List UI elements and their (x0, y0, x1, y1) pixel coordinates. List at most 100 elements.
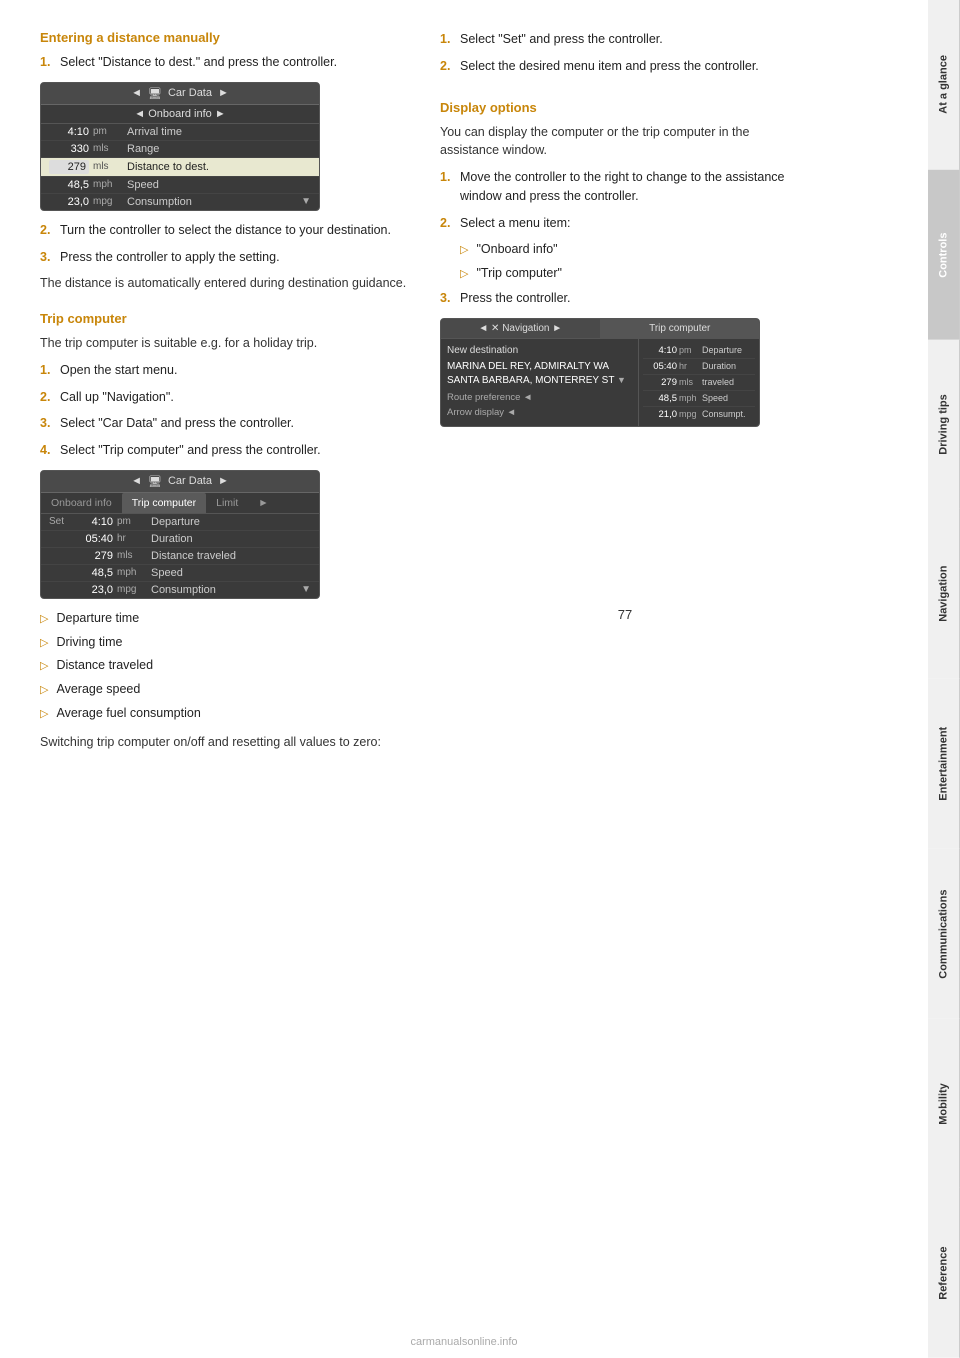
nav-header-left: ◄ ✕ Navigation ► (441, 319, 601, 338)
nav-header-right: Trip computer (601, 319, 760, 338)
bullet-text-3: Distance traveled (56, 656, 153, 675)
display-bullet-2: ▷ "Trip computer" (460, 264, 810, 283)
bullet-text-1: Departure time (56, 609, 139, 628)
nav-screen-header: ◄ ✕ Navigation ► Trip computer (441, 319, 759, 339)
right-step-2-num: 2. (440, 57, 454, 76)
bullet-driving: ▷ Driving time (40, 633, 410, 652)
screen-1-row-3: 48,5 mph Speed (41, 177, 319, 194)
page-number: 77 (440, 607, 810, 642)
nav-unit-3: mph (679, 393, 699, 403)
right-step-1-num: 1. (440, 30, 454, 49)
screen-2-val-3: 48,5 (73, 567, 113, 579)
nav-arrow-display: Arrow display ◄ (447, 407, 632, 418)
screen-2-label-0: Departure (151, 516, 311, 528)
car-data-screen-2: ◄ 🖥 Car Data ► Onboard info Trip compute… (40, 470, 320, 599)
sidebar-tab-at-a-glance[interactable]: At a glance (928, 0, 960, 170)
display-bullet-arrow-1: ▷ (460, 242, 468, 259)
screen-1-title: Car Data (168, 87, 212, 99)
nav-val-4: 21,0 (645, 409, 677, 420)
bullet-arrow-2: ▷ (40, 635, 48, 652)
trip-step-4-num: 4. (40, 441, 54, 460)
sidebar-tab-mobility[interactable]: Mobility (928, 1019, 960, 1189)
sidebar-tab-communications[interactable]: Communications (928, 849, 960, 1019)
screen-1-label-4: Consumption (127, 196, 301, 208)
step-2-text: Turn the controller to select the distan… (60, 221, 410, 240)
display-step-1-num: 1. (440, 168, 454, 206)
right-step-1: 1. Select "Set" and press the controller… (440, 30, 810, 49)
screen-2-header: ◄ 🖥 Car Data ► (41, 471, 319, 493)
trip-step-2-text: Call up "Navigation". (60, 388, 410, 407)
screen-2-set-0: Set (49, 516, 73, 527)
sidebar-tab-reference[interactable]: Reference (928, 1188, 960, 1358)
display-step-1: 1. Move the controller to the right to c… (440, 168, 810, 206)
nav-route: Route preference ◄ (447, 392, 632, 403)
nav-val-3: 48,5 (645, 393, 677, 404)
screen-2-tab-onboard[interactable]: Onboard info (41, 493, 122, 513)
watermark: carmanualsonline.info (0, 1336, 928, 1348)
screen-2-row-2: 279 mls Distance traveled (41, 548, 319, 565)
screen-1-label-2: Distance to dest. (127, 161, 311, 173)
right-step-2: 2. Select the desired menu item and pres… (440, 57, 810, 76)
screen-1-label-0: Arrival time (127, 126, 311, 138)
nav-row-2: 279 mls traveled (643, 375, 755, 391)
nav-unit-4: mpg (679, 409, 699, 419)
nav-lbl-3: Speed (702, 393, 728, 403)
screen-1-val-0: 4:10 (49, 126, 89, 138)
nav-screen-right: 4:10 pm Departure 05:40 hr Duration 279 … (639, 339, 759, 426)
display-intro: You can display the computer or the trip… (440, 123, 810, 161)
sidebar-tab-entertainment[interactable]: Entertainment (928, 679, 960, 849)
display-bullets: ▷ "Onboard info" ▷ "Trip computer" (460, 240, 810, 283)
screen-2-tabs: Onboard info Trip computer Limit ► (41, 493, 319, 514)
bullet-speed: ▷ Average speed (40, 680, 410, 699)
nav-row-3: 48,5 mph Speed (643, 391, 755, 407)
screen-2-tab-limit[interactable]: Limit (206, 493, 248, 513)
step-3: 3. Press the controller to apply the set… (40, 248, 410, 267)
right-column: 1. Select "Set" and press the controller… (440, 30, 810, 751)
display-bullet-text-1: "Onboard info" (476, 240, 557, 259)
display-step-2-text: Select a menu item: (460, 214, 810, 233)
screen-1-val-2: 279 (49, 160, 89, 174)
screen-2-val-1: 05:40 (73, 533, 113, 545)
bullet-arrow-5: ▷ (40, 706, 48, 723)
screen-2-right-arrow: ► (218, 475, 229, 487)
right-step-1-text: Select "Set" and press the controller. (460, 30, 810, 49)
step-2-num: 2. (40, 221, 54, 240)
nav-dest-title: New destination (447, 345, 632, 356)
sidebar-tabs: At a glance Controls Driving tips Naviga… (928, 0, 960, 1358)
screen-2-unit-4: mpg (117, 584, 145, 595)
display-step-3-num: 3. (440, 289, 454, 308)
screen-1-row-0: 4:10 pm Arrival time (41, 124, 319, 141)
screen-2-tab-trip[interactable]: Trip computer (122, 493, 206, 513)
screen-1-val-1: 330 (49, 143, 89, 155)
screen-1-unit-3: mph (93, 179, 121, 190)
trip-step-2-num: 2. (40, 388, 54, 407)
trip-step-1: 1. Open the start menu. (40, 361, 410, 380)
trip-step-4-text: Select "Trip computer" and press the con… (60, 441, 410, 460)
screen-1-row-1: 330 mls Range (41, 141, 319, 158)
screen-2-val-4: 23,0 (73, 584, 113, 596)
screen-2-label-4: Consumption (151, 584, 301, 596)
section-heading-trip: Trip computer (40, 311, 410, 326)
sidebar-tab-controls[interactable]: Controls (928, 170, 960, 340)
screen-2-tab-more[interactable]: ► (248, 493, 278, 513)
trip-step-1-text: Open the start menu. (60, 361, 410, 380)
screen-1-left-arrow: ◄ (131, 87, 142, 99)
trip-step-3: 3. Select "Car Data" and press the contr… (40, 414, 410, 433)
screen-1-row-2: 279 mls Distance to dest. (41, 158, 319, 177)
screen-2-val-2: 279 (73, 550, 113, 562)
bullet-text-2: Driving time (56, 633, 122, 652)
screen-2-row-1: 05:40 hr Duration (41, 531, 319, 548)
sidebar-tab-driving-tips[interactable]: Driving tips (928, 340, 960, 510)
step-1: 1. Select "Distance to dest." and press … (40, 53, 410, 72)
left-column: Entering a distance manually 1. Select "… (40, 30, 410, 751)
bullet-text-4: Average speed (56, 680, 140, 699)
nav-val-0: 4:10 (645, 345, 677, 356)
screen-2-title: Car Data (168, 475, 212, 487)
bullet-arrow-1: ▷ (40, 611, 48, 628)
bullet-text-5: Average fuel consumption (56, 704, 200, 723)
trip-step-4: 4. Select "Trip computer" and press the … (40, 441, 410, 460)
bullet-departure: ▷ Departure time (40, 609, 410, 628)
sidebar-tab-navigation[interactable]: Navigation (928, 509, 960, 679)
nav-val-2: 279 (645, 377, 677, 388)
screen-2-row-3: 48,5 mph Speed (41, 565, 319, 582)
